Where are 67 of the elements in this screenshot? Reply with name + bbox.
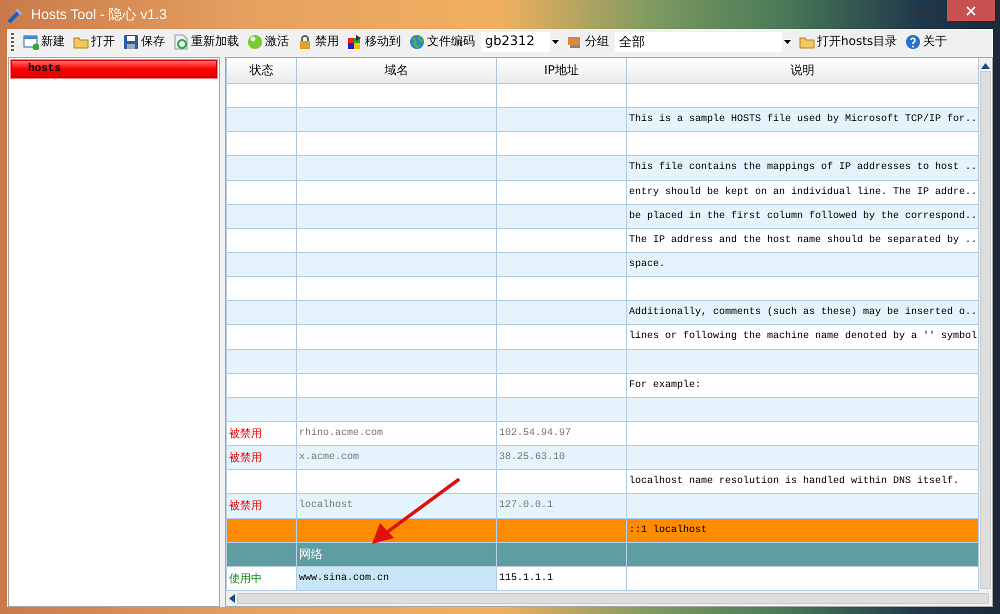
domain-cell[interactable]: www.sina.com.cn <box>296 566 496 590</box>
status-cell <box>226 156 296 180</box>
status-cell <box>226 349 296 374</box>
comment-cell: This file contains the mappings of IP addresses to host .. <box>626 156 978 180</box>
padlock-icon <box>297 34 313 50</box>
horizontal-scrollbar[interactable] <box>226 591 992 606</box>
toolbar-button[interactable]: 重新加载 <box>171 33 241 50</box>
dropdown-arrow-icon <box>552 40 559 44</box>
column-header[interactable]: 说明 <box>626 58 978 84</box>
group-label: 分组 <box>565 33 611 50</box>
status-cell <box>226 180 296 204</box>
group-row-label: 网络 <box>296 542 496 566</box>
comment-cell: space. <box>626 252 978 277</box>
toolbar-button[interactable]: 新建 <box>21 33 67 50</box>
file-list-item[interactable]: hosts <box>11 60 217 78</box>
status-cell: 被禁用 <box>226 446 296 470</box>
domain-cell: localhost <box>296 494 496 518</box>
status-cell <box>226 373 296 398</box>
toolbar-button[interactable]: 激活 <box>245 33 291 50</box>
status-cell <box>226 108 296 132</box>
comment-cell: lines or following the machine name denoted by a '' symbol <box>626 324 978 350</box>
toolbar-grip[interactable] <box>11 32 14 50</box>
toolbar-button[interactable]: 关于 <box>903 33 950 50</box>
status-cell <box>226 252 296 277</box>
column-header[interactable]: 域名 <box>296 58 496 84</box>
status-cell <box>226 542 296 566</box>
app-icon <box>7 6 25 24</box>
help-icon <box>905 34 922 50</box>
close-button[interactable] <box>947 0 995 21</box>
comment-cell: The IP address and the host name should be separated by .. <box>626 228 978 252</box>
toolbar-button[interactable]: 打开 <box>71 33 117 50</box>
status-cell: 被禁用 <box>226 494 296 518</box>
new-document-icon <box>23 34 39 50</box>
ip-cell: 38.25.63.10 <box>496 446 626 470</box>
toolbar-button[interactable]: 文件编码 <box>407 33 477 50</box>
group-dropdown[interactable]: 全部 <box>615 32 793 52</box>
window-title: Hosts Tool - 隐心 v1.3 <box>31 6 168 24</box>
close-icon <box>966 6 976 16</box>
status-cell <box>226 300 296 325</box>
toolbar-button[interactable]: 移动到 <box>345 33 403 50</box>
ball-icon <box>247 34 263 50</box>
domain-cell: x.acme.com <box>296 446 496 470</box>
column-header[interactable]: IP地址 <box>496 58 626 84</box>
encoding-dropdown[interactable]: gb2312 <box>481 32 561 52</box>
comment-cell: This is a sample HOSTS file used by Microsoft TCP/IP for.. <box>626 108 978 132</box>
comment-cell: be placed in the first column followed by the correspond.. <box>626 204 978 228</box>
comment-cell: Additionally, comments (such as these) may be inserted o.. <box>626 300 978 325</box>
comment-cell: entry should be kept on an individual line. The IP addre.. <box>626 180 978 204</box>
reload-icon <box>173 34 189 50</box>
status-cell <box>226 518 296 542</box>
comment-cell: For example: <box>626 373 978 398</box>
scroll-left-icon[interactable] <box>229 594 235 603</box>
toolbar-button[interactable]: 打开hosts目录 <box>797 33 900 50</box>
globe-icon <box>409 34 425 50</box>
vertical-scrollbar[interactable] <box>979 58 992 591</box>
status-cell <box>226 397 296 422</box>
status-cell <box>226 324 296 350</box>
status-cell <box>226 228 296 252</box>
scroll-up-icon[interactable] <box>981 63 990 69</box>
colored-squares-icon <box>347 34 363 50</box>
toolbar-button[interactable]: 保存 <box>121 33 167 50</box>
column-header[interactable]: 状态 <box>226 58 296 84</box>
comment-cell: ::1 localhost <box>626 518 978 542</box>
ip-cell: 127.0.0.1 <box>496 494 626 518</box>
dropdown-arrow-icon <box>784 40 791 44</box>
status-cell <box>226 204 296 228</box>
toolbar-button[interactable]: 禁用 <box>295 33 341 50</box>
